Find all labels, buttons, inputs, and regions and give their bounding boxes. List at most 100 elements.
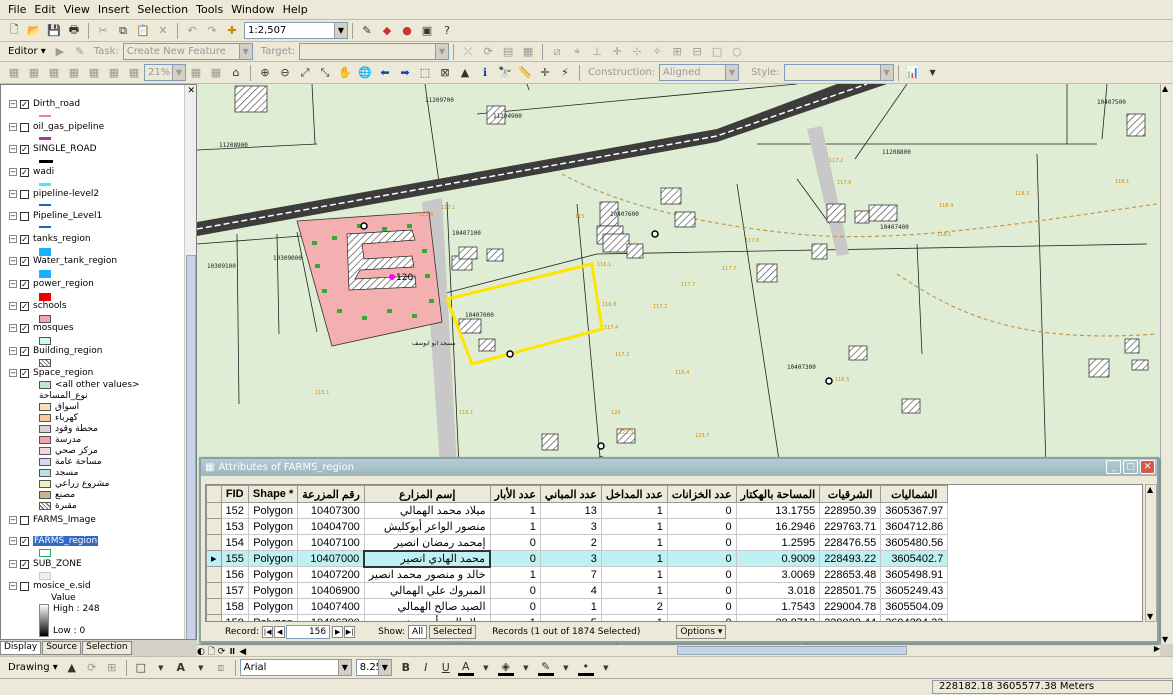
table-cell[interactable]: 158 <box>220 598 249 615</box>
layer-checkbox[interactable] <box>20 581 29 591</box>
table-cell[interactable]: 1 <box>600 566 668 583</box>
table-cell[interactable]: 1 <box>600 582 668 599</box>
first-record-icon[interactable]: |◀ <box>262 626 274 638</box>
layer-checkbox[interactable] <box>20 211 29 221</box>
row-selector[interactable] <box>206 598 222 615</box>
identify-icon[interactable]: ℹ <box>477 65 493 81</box>
table-cell[interactable]: Polygon <box>247 614 299 621</box>
table-cell[interactable]: 3605498.91 <box>880 566 949 583</box>
arccatalog-icon[interactable]: ● <box>399 23 415 39</box>
layer-checkbox[interactable] <box>20 122 29 132</box>
row-selector[interactable] <box>206 502 222 519</box>
layer-farms-image[interactable]: − FARMS_Image <box>9 515 96 525</box>
table-cell[interactable]: 28.8713 <box>735 614 821 621</box>
column-header[interactable]: الشرقيات <box>819 485 882 503</box>
layer-checkbox[interactable]: ✓ <box>20 536 29 546</box>
table-cell[interactable]: 10407200 <box>297 566 365 583</box>
font-combo[interactable]: Arial ▼ <box>239 659 352 676</box>
layout-tool-icon[interactable]: ▦ <box>86 65 102 81</box>
table-cell[interactable]: 229763.71 <box>819 518 882 535</box>
row-selector[interactable] <box>206 582 222 599</box>
redo-icon[interactable]: ↷ <box>204 23 220 39</box>
save-icon[interactable]: 💾 <box>46 23 62 39</box>
collapse-icon[interactable]: − <box>9 168 17 176</box>
layer-dirth-road[interactable]: − ✓ Dirth_road <box>9 99 80 109</box>
editor-toolbar-icon[interactable]: ✎ <box>359 23 375 39</box>
chevron-down-icon[interactable]: ▼ <box>478 660 494 676</box>
table-cell[interactable]: 3605504.09 <box>880 598 949 615</box>
table-cell[interactable]: خالد و منصور محمد انصير <box>363 566 491 583</box>
table-cell[interactable]: 5 <box>539 614 602 621</box>
table-cell[interactable]: 2 <box>600 598 668 615</box>
clip-icon[interactable]: ⊟ <box>689 44 705 60</box>
table-row[interactable]: 154 Polygon 10407100 إمحمد رمضان انصير 0 2 1 0 1… <box>206 534 949 551</box>
forward-extent-icon[interactable]: ➡ <box>397 65 413 81</box>
collapse-icon[interactable]: − <box>9 212 17 220</box>
layer-checkbox[interactable]: ✓ <box>20 279 29 289</box>
layer-checkbox[interactable]: ✓ <box>20 346 29 356</box>
editor-menu-button[interactable]: Editor ▾ <box>8 46 46 57</box>
table-cell[interactable]: 0 <box>666 614 737 621</box>
layer-checkbox[interactable] <box>20 189 29 199</box>
collapse-icon[interactable]: − <box>9 100 17 108</box>
line-color-icon[interactable]: ✎ <box>537 660 554 676</box>
record-number-input[interactable]: 156 <box>286 625 331 639</box>
paste-icon[interactable]: 📋 <box>135 23 151 39</box>
scroll-thumb[interactable] <box>677 646 907 655</box>
table-cell[interactable]: 156 <box>220 566 249 583</box>
circle-icon[interactable]: ○ <box>729 44 745 60</box>
fixed-zoom-out-icon[interactable]: ⤡ <box>317 65 333 81</box>
table-cell[interactable]: 10407300 <box>297 502 365 519</box>
scroll-up-icon[interactable]: ▲ <box>1162 84 1168 93</box>
layer-mosques[interactable]: − ✓ mosques <box>9 323 74 333</box>
collapse-icon[interactable]: − <box>9 280 17 288</box>
measure-icon[interactable]: ⊹ <box>629 44 645 60</box>
collapse-icon[interactable]: − <box>9 347 17 355</box>
column-header[interactable]: المساحة بالهكتار <box>735 485 821 503</box>
layer-checkbox[interactable]: ✓ <box>20 256 29 266</box>
zoom-out-icon[interactable]: ⊖ <box>277 65 293 81</box>
table-cell[interactable]: 0 <box>489 550 541 567</box>
layer-wadi[interactable]: − ✓ wadi <box>9 167 54 177</box>
scale-combo[interactable]: 1:2,507 ▼ <box>244 22 348 39</box>
table-cell[interactable]: 3605367.97 <box>880 502 949 519</box>
merge-icon[interactable]: ⊞ <box>669 44 685 60</box>
table-cell[interactable]: 1 <box>489 518 541 535</box>
toc-scroll-thumb[interactable] <box>186 255 196 639</box>
collapse-icon[interactable]: − <box>9 257 17 265</box>
next-record-icon[interactable]: ▶ <box>332 626 344 638</box>
table-cell[interactable]: محمد الهادي انصير <box>363 549 492 568</box>
table-cell[interactable]: 1 <box>539 598 602 615</box>
delete-icon[interactable]: ✕ <box>155 23 171 39</box>
chevron-down-icon[interactable]: ▼ <box>193 660 209 676</box>
back-extent-icon[interactable]: ⬅ <box>377 65 393 81</box>
table-cell[interactable]: إمحمد رمضان انصير <box>363 534 491 551</box>
table-row[interactable]: 157 Polygon 10406900 المبروك علي الهمالي 0 4 1… <box>206 582 949 599</box>
table-cell[interactable]: 10407400 <box>297 598 365 615</box>
layer-space-region[interactable]: − ✓ Space_region <box>9 368 93 378</box>
layer-water-tank-region[interactable]: − ✓ Water_tank_region <box>9 256 117 266</box>
house-icon[interactable]: ⌂ <box>228 65 244 81</box>
table-cell[interactable]: ميلاد النيم أبو سيف <box>363 614 491 621</box>
cut-icon[interactable]: ✂ <box>95 23 111 39</box>
layer-checkbox[interactable]: ✓ <box>20 301 29 311</box>
layout-tool-icon[interactable]: ▦ <box>66 65 82 81</box>
toc-scrollbar[interactable] <box>184 85 196 639</box>
collapse-icon[interactable]: − <box>9 516 17 524</box>
scroll-down-icon[interactable]: ▼ <box>1162 635 1168 644</box>
table-cell[interactable]: Polygon <box>247 598 299 615</box>
column-header[interactable]: عدد الخزانات <box>666 485 737 503</box>
select-elements-icon[interactable]: ▲ <box>64 660 80 676</box>
open-folder-icon[interactable]: 📂 <box>26 23 42 39</box>
chevron-down-icon[interactable]: ▼ <box>337 660 351 675</box>
rotate-tool-icon[interactable]: ⟳ <box>480 44 496 60</box>
align-icon[interactable]: ⊥ <box>589 44 605 60</box>
table-cell[interactable]: Polygon <box>247 566 299 583</box>
table-cell[interactable]: 228476.55 <box>819 534 882 551</box>
whats-this-icon[interactable]: ? <box>439 23 455 39</box>
task-combo[interactable]: Create New Feature ▼ <box>122 43 253 60</box>
table-row[interactable]: 152 Polygon 10407300 ميلاد محمد الهمالي 1 13 1… <box>206 502 949 519</box>
layer-pipeline-level1[interactable]: − Pipeline_Level1 <box>9 211 102 221</box>
table-cell[interactable]: 4 <box>539 582 602 599</box>
collapse-icon[interactable]: − <box>9 235 17 243</box>
